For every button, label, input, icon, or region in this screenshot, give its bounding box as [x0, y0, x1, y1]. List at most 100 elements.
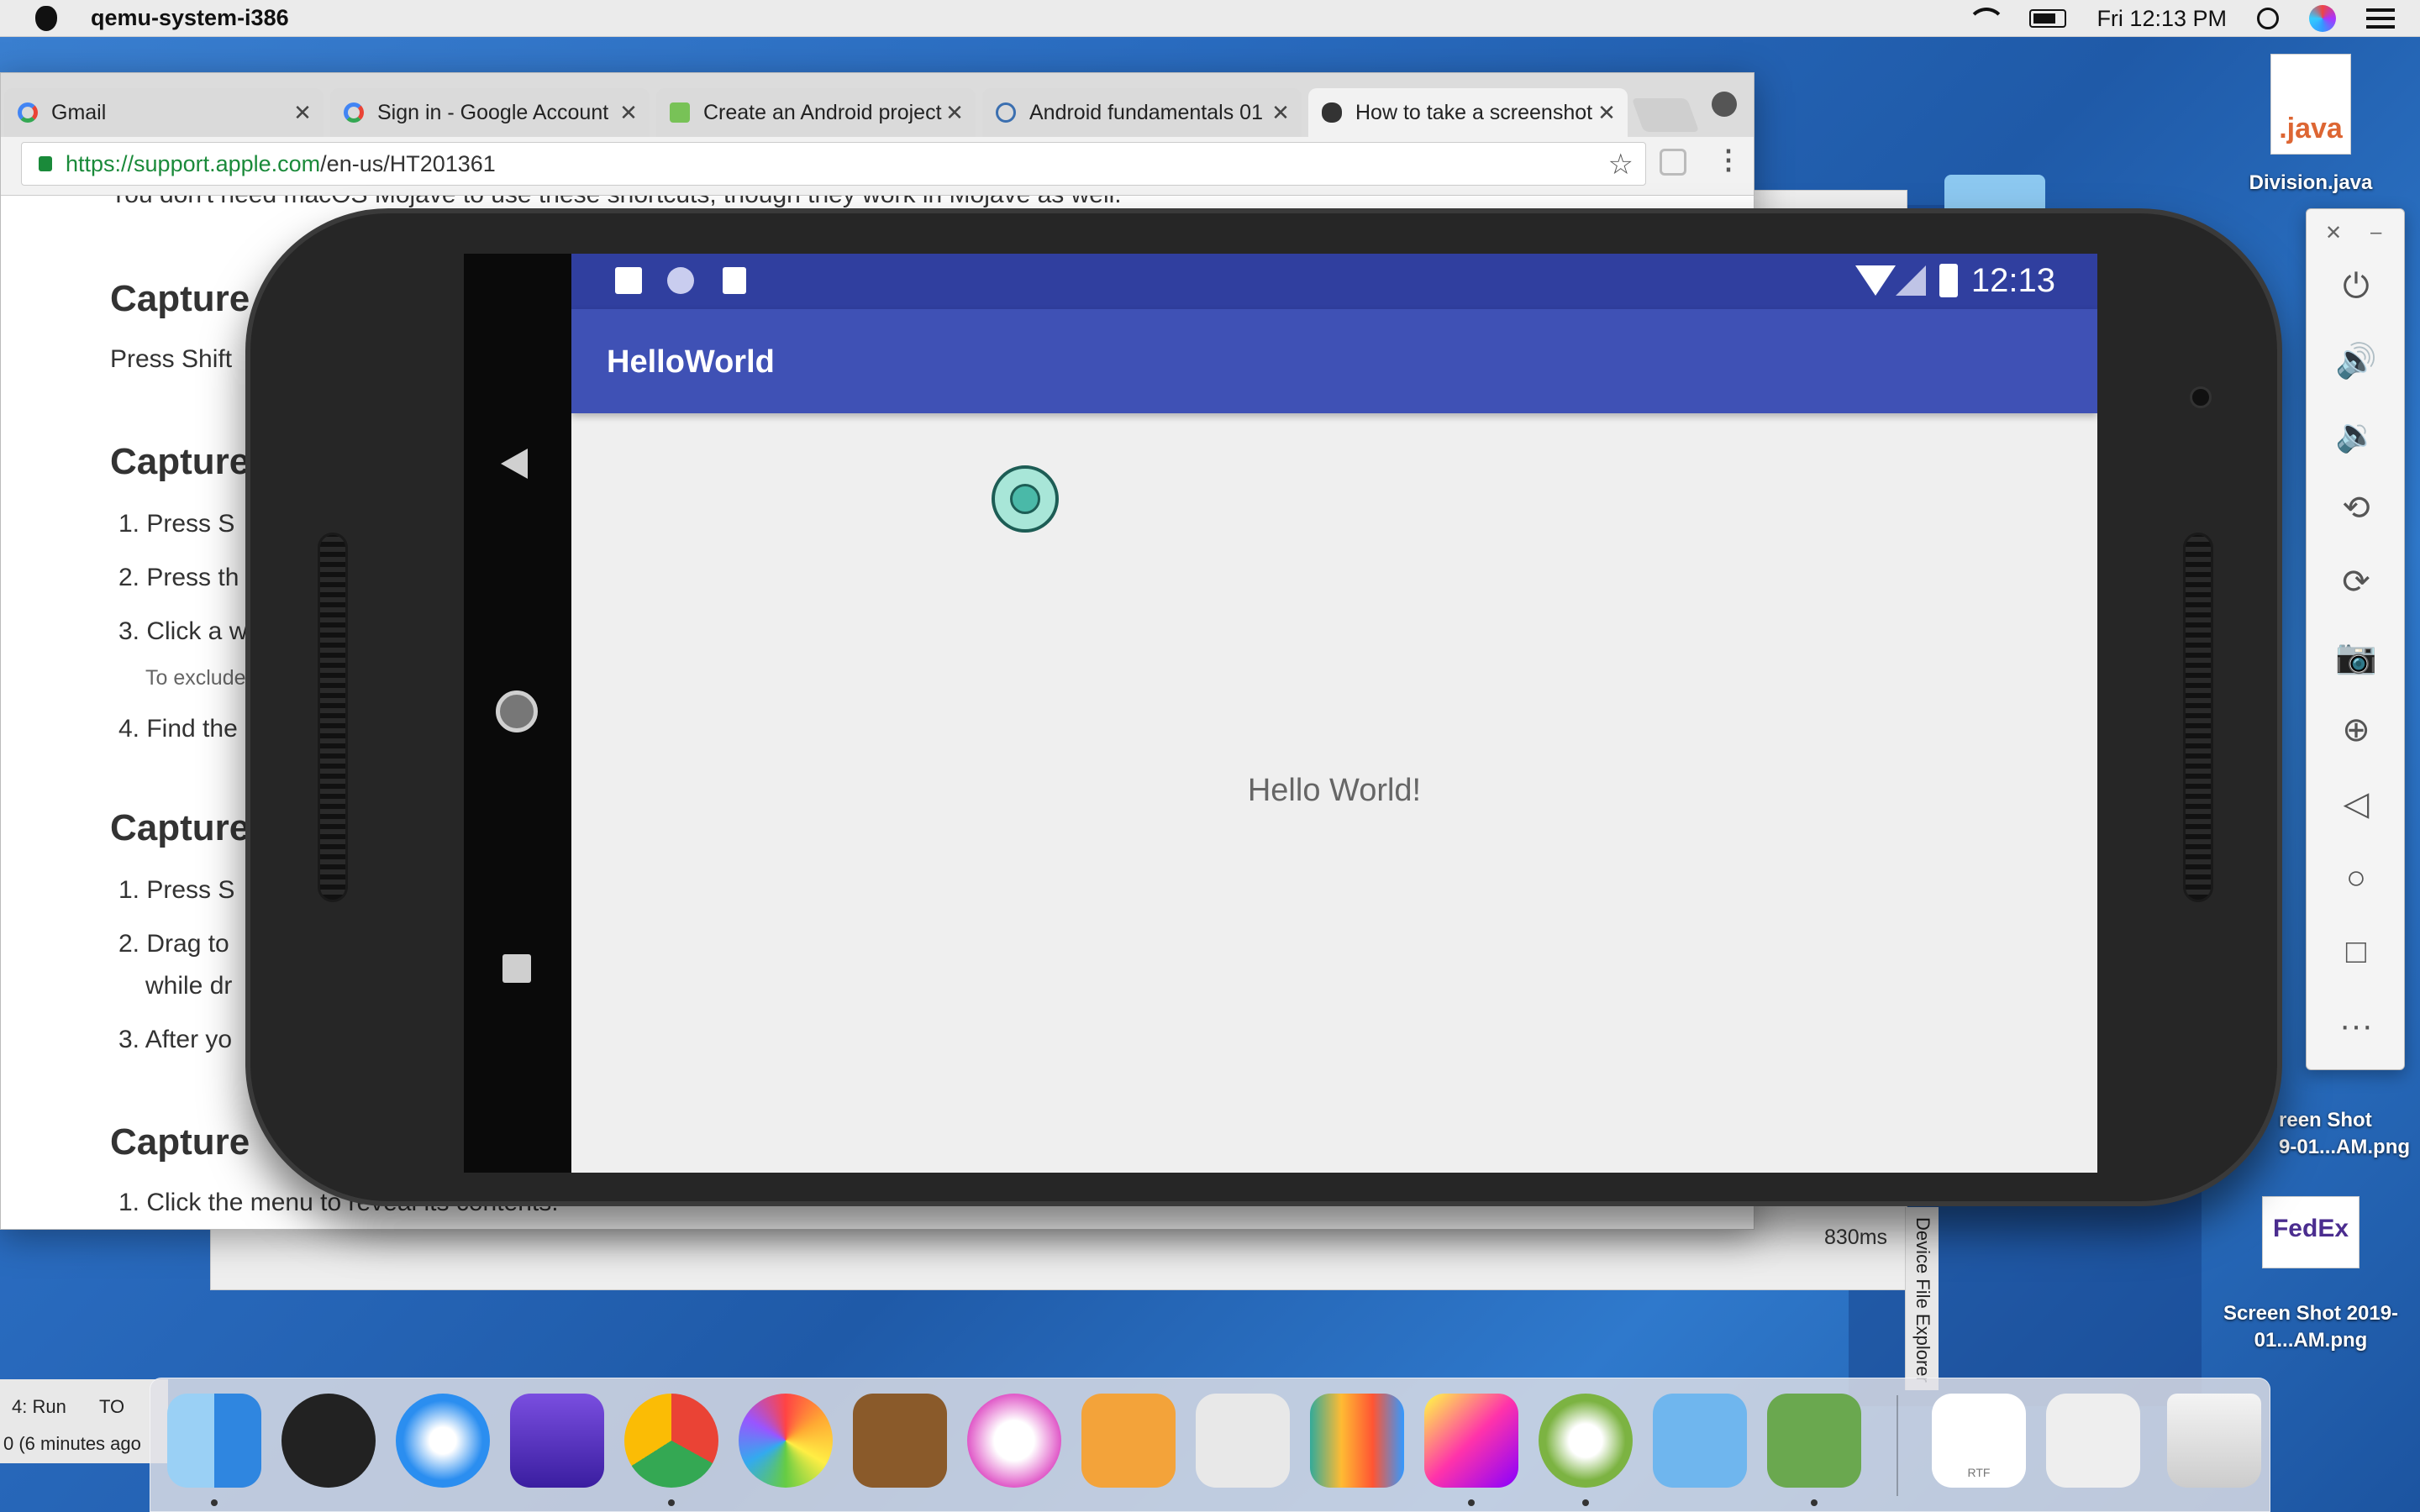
power-icon[interactable]: ⏻	[2307, 261, 2406, 312]
dock: RTF	[150, 1378, 2270, 1512]
list-item: 1. Press S	[118, 510, 235, 538]
battery-icon[interactable]	[2029, 9, 2067, 28]
tab-screenshot-howto[interactable]: How to take a screenshot ✕	[1308, 88, 1628, 137]
tab-strip: Gmail ✕ Sign in - Google Account ✕ Creat…	[1, 73, 1754, 137]
pages-icon[interactable]	[1081, 1394, 1176, 1488]
desktop-file-label-partial[interactable]: reen Shot 9-01...AM.png	[2279, 1107, 2413, 1161]
sync-notification-icon	[667, 267, 694, 294]
recents-nav-icon[interactable]	[502, 954, 531, 983]
close-tab-icon[interactable]: ✕	[1594, 100, 1619, 126]
list-item: 4. Find the	[118, 715, 238, 743]
back-nav-icon[interactable]	[501, 449, 528, 479]
cell-signal-icon	[1896, 265, 1926, 296]
menubar-clock[interactable]: Fri 12:13 PM	[2096, 6, 2227, 32]
desktop-file-screenshot[interactable]: FedEx Screen Shot 2019-01...AM.png	[2210, 1196, 2412, 1354]
todo-tab[interactable]: TO	[99, 1396, 124, 1418]
url-host: https://support.apple.com	[66, 150, 321, 176]
disk-image-icon[interactable]	[2046, 1394, 2140, 1488]
section-heading: Capture	[110, 807, 250, 848]
overview-icon[interactable]: □	[2307, 927, 2406, 977]
section-heading: Capture	[110, 1121, 250, 1163]
tab-label: Create an Android project	[703, 100, 942, 124]
keynote-icon[interactable]	[1196, 1394, 1290, 1488]
desktop-file-label: Division.java	[2249, 171, 2373, 194]
android-emulator-icon[interactable]	[1767, 1394, 1861, 1488]
close-icon[interactable]: ✕	[2325, 221, 2342, 245]
volume-up-icon[interactable]: 🔊	[2307, 335, 2406, 386]
android-status-bar: 12:13	[571, 254, 2097, 309]
close-tab-icon[interactable]: ✕	[290, 100, 315, 126]
running-indicator	[1468, 1499, 1475, 1506]
run-tab[interactable]: 4: Run	[12, 1396, 66, 1418]
rotate-left-icon[interactable]: ⟲	[2307, 483, 2406, 533]
dashboard-icon[interactable]	[281, 1394, 376, 1488]
imovie-icon[interactable]	[510, 1394, 604, 1488]
safari-icon[interactable]	[396, 1394, 490, 1488]
tab-label: Gmail	[51, 100, 107, 124]
notification-center-icon[interactable]	[2366, 8, 2395, 29]
apple-icon	[1322, 102, 1342, 123]
tab-label: How to take a screenshot	[1355, 100, 1593, 124]
tab-android-project[interactable]: Create an Android project ✕	[656, 88, 976, 137]
chrome-icon[interactable]	[624, 1394, 718, 1488]
finder-icon[interactable]	[167, 1394, 261, 1488]
siri-icon[interactable]	[2309, 5, 2336, 32]
keyboard-notification-icon	[615, 267, 642, 294]
rtf-document-icon[interactable]: RTF	[1932, 1394, 2026, 1488]
android-studio-icon[interactable]	[1539, 1394, 1633, 1488]
list-item: 2. Press th	[118, 564, 239, 591]
dock-separator	[1897, 1395, 1898, 1496]
list-item: 3. Click a w	[118, 617, 248, 645]
close-tab-icon[interactable]: ✕	[942, 100, 967, 126]
pocket-icon[interactable]	[1660, 149, 1686, 176]
close-tab-icon[interactable]: ✕	[1268, 100, 1293, 126]
tab-google-sign-in[interactable]: Sign in - Google Account ✕	[330, 88, 650, 137]
codelab-icon	[996, 102, 1016, 123]
folder-icon[interactable]	[1653, 1394, 1747, 1488]
grapher-icon[interactable]	[1424, 1394, 1518, 1488]
device-file-explorer-tab[interactable]: Device File Explorer	[1912, 1217, 1933, 1383]
run-status: 0 (6 minutes ago	[3, 1433, 141, 1454]
spotlight-icon[interactable]	[2257, 8, 2279, 29]
device-screen[interactable]: 12:13 HelloWorld Hello World!	[571, 254, 2097, 1173]
new-tab-button[interactable]	[1631, 98, 1700, 132]
list-item: 2. Drag to	[118, 930, 229, 958]
volume-down-icon[interactable]: 🔉	[2307, 409, 2406, 459]
home-icon[interactable]: ○	[2307, 853, 2406, 903]
home-nav-icon[interactable]	[496, 690, 538, 732]
minimize-icon[interactable]: –	[2370, 221, 2381, 244]
desktop-folder-icon[interactable]	[1944, 175, 2045, 208]
itunes-icon[interactable]	[967, 1394, 1061, 1488]
google-icon	[18, 102, 38, 123]
numbers-icon[interactable]	[1310, 1394, 1404, 1488]
apple-menu-icon[interactable]	[35, 5, 57, 31]
screenshot-camera-icon[interactable]: 📷	[2307, 631, 2406, 681]
menu-kebab-icon[interactable]: ⋮	[1715, 144, 1742, 176]
list-item-cont: while dr	[145, 972, 233, 1000]
desktop-file-label: Screen Shot 2019-01...AM.png	[2223, 1302, 2399, 1352]
running-indicator	[211, 1499, 218, 1506]
address-bar[interactable]: https://support.apple.com /en-us/HT20136…	[21, 142, 1646, 186]
close-tab-icon[interactable]: ✕	[616, 100, 641, 126]
url-path: /en-us/HT201361	[320, 150, 496, 176]
status-time: 12:13	[1970, 262, 2055, 299]
wifi-icon[interactable]	[1967, 8, 2007, 29]
tab-android-fundamentals[interactable]: Android fundamentals 01 ✕	[982, 88, 1302, 137]
zoom-icon[interactable]: ⊕	[2307, 705, 2406, 755]
photos-icon[interactable]	[739, 1394, 833, 1488]
tab-gmail[interactable]: Gmail ✕	[4, 88, 324, 137]
battery-charging-icon	[1939, 264, 1958, 297]
running-indicator	[1582, 1499, 1589, 1506]
running-indicator	[1811, 1499, 1818, 1506]
rotate-right-icon[interactable]: ⟳	[2307, 557, 2406, 607]
garageband-icon[interactable]	[853, 1394, 947, 1488]
trash-icon[interactable]	[2167, 1394, 2261, 1488]
back-icon[interactable]: ◁	[2307, 779, 2406, 829]
google-icon	[344, 102, 364, 123]
bookmark-star-icon[interactable]: ☆	[1608, 148, 1634, 181]
desktop-file-division-java[interactable]: .java Division.java	[2227, 54, 2395, 197]
timing-label: 830ms	[1824, 1226, 1888, 1249]
active-app-name[interactable]: qemu-system-i386	[91, 5, 289, 31]
more-icon[interactable]: ···	[2307, 1000, 2406, 1051]
profile-icon[interactable]	[1712, 92, 1737, 117]
